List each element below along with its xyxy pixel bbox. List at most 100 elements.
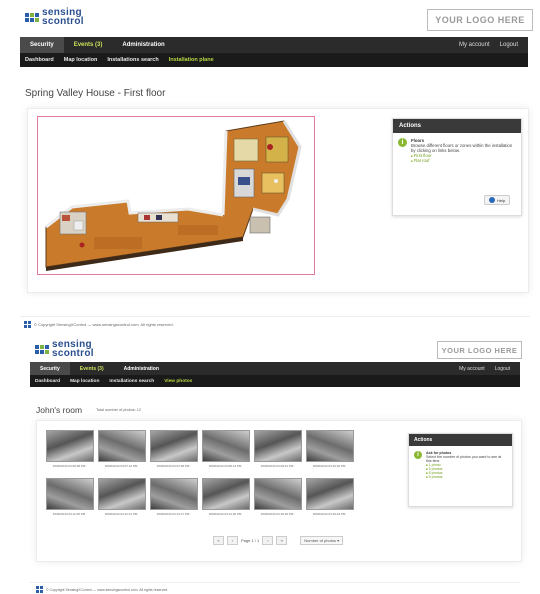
footer-text: © Copyright SensingXControl — www.sensin… [46,587,169,592]
photo-image[interactable] [306,430,354,462]
actions-header: Actions [409,434,512,446]
ask-9-photos-link[interactable]: 9 photos [426,475,507,479]
floor-plan-illustration [45,120,302,271]
sub-nav: Dashboard Map location Installations sea… [20,53,528,67]
subnav-view-photos[interactable]: View photos [159,379,197,384]
photo-thumbnail[interactable]: 15/02/2013 03:14:30 PM [202,478,250,516]
tab-events[interactable]: Events (3) [64,37,113,53]
subnav-installation-plane[interactable]: Installation plane [164,57,219,63]
page-indicator: Page 1 / 1 [241,538,260,543]
main-nav-2: Security Events (3) Administration My ac… [30,362,520,375]
photo-image[interactable] [306,478,354,510]
photo-timestamp: 15/02/2013 03:06:48 PM [52,464,86,468]
page-title: Spring Valley House - First floor [25,88,166,99]
subnav-map-location[interactable]: Map location [65,379,104,384]
actions-header: Actions [393,119,521,133]
floor-link-roof[interactable]: Flat roof [411,158,516,163]
photo-grid: 15/02/2013 03:06:48 PM 15/02/2013 03:07:1… [46,430,356,525]
photo-timestamp: 15/02/2013 03:07:12 PM [104,464,138,468]
photo-image[interactable] [98,430,146,462]
footer: © Copyright SensingXControl — www.sensin… [24,321,174,328]
info-icon: i [398,138,407,147]
my-account-link[interactable]: My account [459,42,490,48]
footer-text: © Copyright SensingXControl — www.sensin… [34,322,174,327]
photo-image[interactable] [46,478,94,510]
photo-image[interactable] [98,478,146,510]
page-title-2: John's room [36,405,83,415]
photo-image[interactable] [150,478,198,510]
logout-link[interactable]: Logout [500,42,518,48]
customer-logo-placeholder: YOUR LOGO HERE [427,9,533,31]
logo-icon [25,12,39,22]
photo-timestamp: 15/02/2013 03:12:41 PM [104,512,138,516]
my-account-link[interactable]: My account [459,366,485,372]
photo-timestamp: 15/02/2013 03:15:02 PM [260,512,294,516]
tab-security[interactable]: Security [20,37,64,53]
photo-timestamp: 15/02/2013 03:07:48 PM [156,464,190,468]
tab-security[interactable]: Security [30,362,70,375]
photo-image[interactable] [202,478,250,510]
main-nav: Security Events (3) Administration My ac… [20,37,528,53]
photo-image[interactable] [254,478,302,510]
divider-2 [30,582,520,583]
photo-timestamp: 15/02/2013 03:13:17 PM [156,512,190,516]
customer-logo-placeholder-2: YOUR LOGO HERE [437,341,522,359]
photo-thumbnail[interactable]: 15/02/2013 03:08:14 PM [202,430,250,468]
pager: « ‹ Page 1 / 1 › » Number of photos ▾ [213,536,344,545]
floor-plan-image[interactable] [37,116,315,275]
photo-thumbnail[interactable]: 15/02/2013 03:13:17 PM [150,478,198,516]
prev-page-button[interactable]: ‹ [227,536,238,545]
photo-timestamp: 15/02/2013 03:14:30 PM [208,512,242,516]
first-page-button[interactable]: « [213,536,224,545]
ask-photos-description: Select the number of photos you want to … [426,455,502,463]
subnav-dashboard[interactable]: Dashboard [30,379,65,384]
photos-per-page-select[interactable]: Number of photos ▾ [300,536,344,545]
photo-thumbnail[interactable]: 15/02/2013 03:11:05 PM [46,478,94,516]
photo-thumbnail[interactable]: 15/02/2013 03:07:48 PM [150,430,198,468]
logo-text-2: scontrol [42,16,84,27]
footer-logo-icon [36,586,43,593]
photo-thumbnail[interactable]: 15/02/2013 03:12:41 PM [98,478,146,516]
logout-link[interactable]: Logout [495,366,510,372]
photo-thumbnail[interactable]: 15/02/2013 03:16:44 PM [306,478,354,516]
tab-administration[interactable]: Administration [112,37,174,53]
actions-panel-2: Actions i Ask for photos Select the numb… [408,433,513,507]
photo-thumbnail[interactable]: 15/02/2013 03:09:21 PM [254,430,302,468]
next-page-button[interactable]: › [262,536,274,545]
chevron-down-icon: ▾ [337,538,340,543]
photo-image[interactable] [46,430,94,462]
photo-image[interactable] [150,430,198,462]
help-button-label: Help [497,197,506,203]
photo-timestamp: 15/02/2013 03:16:44 PM [312,512,346,516]
photo-thumbnail[interactable]: 15/02/2013 03:10:02 PM [306,430,354,468]
subnav-installations-search[interactable]: Installations search [104,379,159,384]
app-logo-2: sensing scontrol [35,340,94,359]
photo-thumbnail[interactable]: 15/02/2013 03:06:48 PM [46,430,94,468]
photo-thumbnail[interactable]: 15/02/2013 03:15:02 PM [254,478,302,516]
photos-per-page-label: Number of photos [304,538,337,543]
photo-timestamp: 15/02/2013 03:10:02 PM [312,464,346,468]
tab-administration[interactable]: Administration [114,362,169,375]
photo-thumbnail[interactable]: 15/02/2013 03:07:12 PM [98,430,146,468]
photo-image[interactable] [202,430,250,462]
help-icon [489,197,495,203]
info-icon: i [414,451,422,459]
footer-2: © Copyright SensingXControl — www.sensin… [36,586,168,593]
help-button[interactable]: Help [484,195,511,205]
app-logo: sensing scontrol [25,8,84,27]
actions-panel: Actions i Floors Browse different floors… [392,118,522,216]
photo-image[interactable] [254,430,302,462]
subnav-map-location[interactable]: Map location [59,57,103,63]
photo-timestamp: 15/02/2013 03:08:14 PM [208,464,242,468]
logo-icon [35,344,49,354]
sub-nav-2: Dashboard Map location Installations sea… [30,375,520,387]
total-photos-label: Total number of photos: 12 [96,408,141,412]
tab-events[interactable]: Events (3) [70,362,114,375]
subnav-installations-search[interactable]: Installations search [102,57,163,63]
divider [20,316,530,317]
subnav-dashboard[interactable]: Dashboard [20,57,59,63]
photo-timestamp: 15/02/2013 03:09:21 PM [260,464,294,468]
floors-description: Browse different floors or zones within … [411,143,513,153]
footer-logo-icon [24,321,31,328]
last-page-button[interactable]: » [276,536,288,545]
